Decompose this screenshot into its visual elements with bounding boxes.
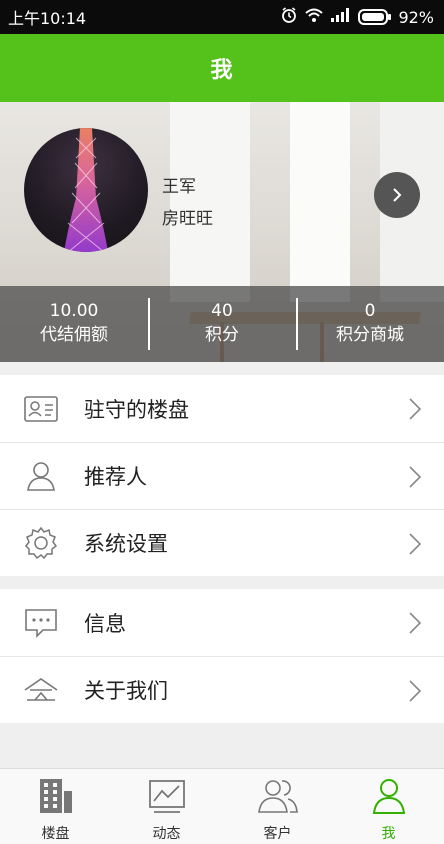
stat-label: 积分 <box>205 325 239 345</box>
tower-photo <box>64 128 108 252</box>
tab-label: 客户 <box>263 826 292 842</box>
message-icon <box>22 606 60 640</box>
status-bar: 上午10:14 92% <box>0 0 444 34</box>
menu-item-about[interactable]: 关于我们 <box>0 656 444 723</box>
menu-item-label: 关于我们 <box>84 679 168 703</box>
background-window <box>290 102 350 302</box>
user-company: 房旺旺 <box>162 209 213 229</box>
stat-label: 积分商城 <box>336 325 404 345</box>
tab-properties[interactable]: 楼盘 <box>0 769 111 844</box>
stat-value: 10.00 <box>49 301 99 321</box>
stat-points[interactable]: 40 积分 <box>148 286 296 362</box>
id-card-icon <box>22 392 60 426</box>
tab-label: 楼盘 <box>41 826 70 842</box>
chart-icon <box>148 777 186 819</box>
chevron-right-icon <box>408 465 422 493</box>
chevron-right-icon <box>408 611 422 639</box>
wifi-icon <box>304 7 324 27</box>
signal-icon <box>330 7 352 27</box>
status-time: 上午10:14 <box>8 9 87 28</box>
menu-item-settings[interactable]: 系统设置 <box>0 509 444 576</box>
menu-item-label: 驻守的楼盘 <box>84 397 189 422</box>
house-icon <box>22 673 60 707</box>
avatar[interactable] <box>24 128 148 252</box>
user-name: 王军 <box>162 177 196 197</box>
chevron-right-icon <box>408 679 422 707</box>
page-title: 我 <box>210 58 234 83</box>
menu-item-label: 信息 <box>84 611 126 636</box>
menu-group-main: 驻守的楼盘 推荐人 系统设置 <box>0 375 444 576</box>
tab-label: 动态 <box>152 826 181 842</box>
stat-label: 代结佣额 <box>40 325 108 345</box>
alarm-icon <box>280 6 298 28</box>
tab-feed[interactable]: 动态 <box>111 769 222 844</box>
person-icon <box>371 777 407 819</box>
stat-value: 0 <box>364 301 376 321</box>
bottom-tab-bar: 楼盘 动态 客户 我 <box>0 768 444 844</box>
stat-points-mall[interactable]: 0 积分商城 <box>296 286 444 362</box>
stats-bar: 10.00 代结佣额 40 积分 0 积分商城 <box>0 286 444 362</box>
background-window <box>170 102 250 302</box>
battery-icon <box>358 9 392 25</box>
chevron-right-icon <box>408 532 422 560</box>
building-icon <box>38 777 74 819</box>
stat-commission[interactable]: 10.00 代结佣额 <box>0 286 148 362</box>
menu-item-referrer[interactable]: 推荐人 <box>0 442 444 509</box>
chevron-right-icon <box>393 188 402 202</box>
battery-percent: 92% <box>398 7 434 27</box>
menu-item-label: 推荐人 <box>84 465 147 489</box>
status-icons: 92% <box>280 6 434 28</box>
gear-icon <box>22 526 60 560</box>
tab-me[interactable]: 我 <box>333 769 444 844</box>
stat-value: 40 <box>211 301 233 321</box>
menu-item-properties[interactable]: 驻守的楼盘 <box>0 375 444 442</box>
tab-label: 我 <box>381 826 396 842</box>
chevron-right-icon <box>408 397 422 425</box>
person-icon <box>22 459 60 493</box>
profile-detail-button[interactable] <box>374 172 420 218</box>
app-header: 我 <box>0 34 444 102</box>
people-icon <box>256 777 300 819</box>
menu-item-label: 系统设置 <box>84 532 168 556</box>
menu-group-secondary: 信息 关于我们 <box>0 589 444 723</box>
menu-item-messages[interactable]: 信息 <box>0 589 444 656</box>
tab-customers[interactable]: 客户 <box>222 769 333 844</box>
